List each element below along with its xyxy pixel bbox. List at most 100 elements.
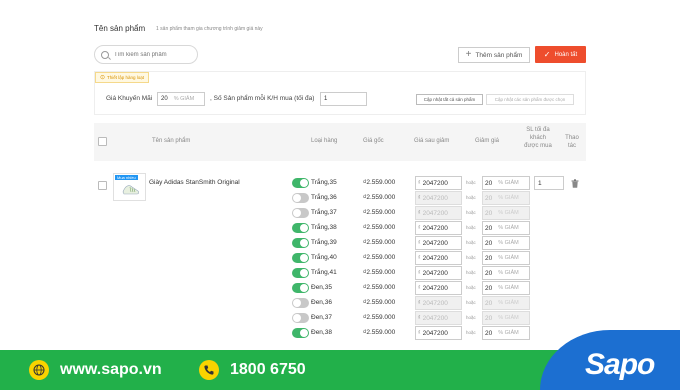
variant-name: Trắng,36: [311, 194, 337, 201]
variant-toggle[interactable]: [292, 253, 309, 263]
discount-input[interactable]: 20 % GIẢM: [482, 236, 530, 250]
variant-name: Trắng,37: [311, 209, 337, 216]
price-after-input[interactable]: ₫ 2047200: [415, 281, 462, 295]
variant-toggle[interactable]: [292, 208, 309, 218]
limit-value: 1: [324, 96, 328, 102]
variant-row: Trắng,40 ₫2.559.000 ₫ 2047200 hoặc 20 % GIẢM: [0, 251, 680, 266]
variant-row: Trắng,39 ₫2.559.000 ₫ 2047200 hoặc 20 % GIẢM: [0, 236, 680, 251]
or-label: hoặc: [466, 270, 476, 275]
discount-unit: % GIẢM: [498, 330, 519, 336]
price-after-value: 2047200: [422, 224, 448, 232]
discount-input[interactable]: 20 % GIẢM: [482, 266, 530, 280]
price-after-value: 2047200: [422, 299, 448, 307]
section-title: Tên sản phẩm: [94, 24, 146, 33]
toggle-knob: [300, 284, 308, 292]
update-selected-button[interactable]: Cập nhật các sản phẩm được chọn: [486, 94, 574, 105]
sapo-logo: Sapo: [585, 348, 655, 381]
variant-toggle[interactable]: [292, 298, 309, 308]
variant-name: Trắng,39: [311, 239, 337, 246]
variant-name: Trắng,41: [311, 269, 337, 276]
variant-toggle[interactable]: [292, 178, 309, 188]
discount-unit: % GIẢM: [498, 240, 519, 246]
currency-symbol: ₫: [418, 330, 421, 336]
discount-input[interactable]: 20 % GIẢM: [482, 206, 530, 220]
price-after-value: 2047200: [422, 329, 448, 337]
discount-unit: % GIẢM: [498, 300, 519, 306]
currency-symbol: ₫: [418, 180, 421, 186]
discount-unit: % GIẢM: [498, 180, 519, 186]
discount-input[interactable]: 20 % GIẢM: [482, 296, 530, 310]
or-label: hoặc: [466, 225, 476, 230]
price-after-value: 2047200: [422, 284, 448, 292]
or-label: hoặc: [466, 210, 476, 215]
currency-symbol: ₫: [418, 195, 421, 201]
price-after-input[interactable]: ₫ 2047200: [415, 266, 462, 280]
variant-toggle[interactable]: [292, 283, 309, 293]
done-label: Hoàn tất: [554, 51, 578, 58]
variant-toggle[interactable]: [292, 313, 309, 323]
price-after-input[interactable]: ₫ 2047200: [415, 326, 462, 340]
discount-input[interactable]: 20 % GIẢM: [482, 251, 530, 265]
search-box[interactable]: [94, 45, 198, 64]
add-product-button[interactable]: + Thêm sản phẩm: [458, 47, 530, 63]
update-all-button[interactable]: Cập nhật tất cả sản phẩm: [416, 94, 483, 105]
price-after-input[interactable]: ₫ 2047200: [415, 236, 462, 250]
currency-symbol: ₫: [418, 240, 421, 246]
or-label: hoặc: [466, 195, 476, 200]
price-after-input[interactable]: ₫ 2047200: [415, 251, 462, 265]
or-label: hoặc: [466, 285, 476, 290]
check-icon: ✓: [543, 50, 551, 59]
max-quantity-input[interactable]: 1: [534, 176, 564, 190]
variant-toggle[interactable]: [292, 268, 309, 278]
header-limit: SL tối đa khách được mua: [524, 127, 552, 149]
variant-toggle[interactable]: [292, 193, 309, 203]
add-product-label: Thêm sản phẩm: [475, 51, 523, 59]
variant-row: Đen,37 ₫2.559.000 ₫ 2047200 hoặc 20 % GIẢM: [0, 311, 680, 326]
variant-original-price: ₫2.559.000: [363, 254, 396, 261]
currency-symbol: ₫: [418, 315, 421, 321]
or-label: hoặc: [466, 240, 476, 245]
toggle-knob: [300, 179, 308, 187]
variant-original-price: ₫2.559.000: [363, 314, 396, 321]
price-after-input[interactable]: ₫ 2047200: [415, 311, 462, 325]
promo-input[interactable]: 20 % GIẢM: [157, 92, 205, 106]
select-all-checkbox[interactable]: [98, 137, 107, 146]
toggle-knob: [300, 239, 308, 247]
discount-input[interactable]: 20 % GIẢM: [482, 281, 530, 295]
page: Tên sản phẩm 1 sản phẩm tham gia chương …: [0, 0, 680, 390]
discount-input[interactable]: 20 % GIẢM: [482, 191, 530, 205]
discount-input[interactable]: 20 % GIẢM: [482, 221, 530, 235]
variant-name: Đen,36: [311, 299, 332, 306]
discount-value: 20: [485, 194, 493, 202]
discount-input[interactable]: 20 % GIẢM: [482, 176, 530, 190]
limit-input[interactable]: 1: [320, 92, 367, 106]
warning-icon: ⊙: [100, 75, 106, 81]
variant-toggle[interactable]: [292, 223, 309, 233]
price-after-input[interactable]: ₫ 2047200: [415, 206, 462, 220]
price-after-input[interactable]: ₫ 2047200: [415, 176, 462, 190]
discount-input[interactable]: 20 % GIẢM: [482, 311, 530, 325]
discount-value: 20: [485, 299, 493, 307]
discount-value: 20: [485, 329, 493, 337]
price-after-input[interactable]: ₫ 2047200: [415, 296, 462, 310]
header-discount: Giảm giá: [475, 138, 500, 144]
variant-name: Đen,38: [311, 329, 332, 336]
or-label: hoặc: [466, 300, 476, 305]
done-button[interactable]: ✓ Hoàn tất: [535, 46, 586, 63]
variant-toggle[interactable]: [292, 238, 309, 248]
trash-icon[interactable]: [571, 179, 579, 188]
variant-row: Trắng,38 ₫2.559.000 ₫ 2047200 hoặc 20 % GIẢM: [0, 221, 680, 236]
currency-symbol: ₫: [418, 300, 421, 306]
variant-original-price: ₫2.559.000: [363, 224, 396, 231]
discount-input[interactable]: 20 % GIẢM: [482, 326, 530, 340]
price-after-input[interactable]: ₫ 2047200: [415, 221, 462, 235]
variant-toggle[interactable]: [292, 328, 309, 338]
variant-name: Trắng,35: [311, 179, 337, 186]
price-after-input[interactable]: ₫ 2047200: [415, 191, 462, 205]
or-label: hoặc: [466, 180, 476, 185]
header-price-after: Giá sau giảm: [414, 138, 450, 144]
variant-original-price: ₫2.559.000: [363, 179, 396, 186]
variant-original-price: ₫2.559.000: [363, 209, 396, 216]
search-input[interactable]: [114, 51, 194, 58]
variant-row: Trắng,37 ₫2.559.000 ₫ 2047200 hoặc 20 % GIẢM: [0, 206, 680, 221]
